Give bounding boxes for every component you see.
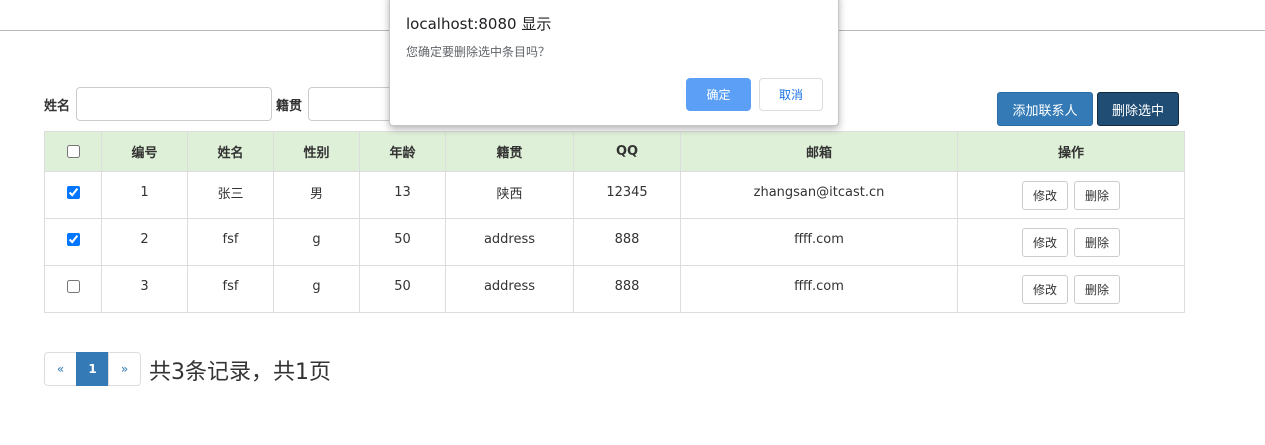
pagination: « 1 »: [44, 352, 141, 386]
cell-email: ffff.com: [680, 215, 958, 263]
cell-gender: 男: [273, 168, 360, 216]
table-row: 3 fsf g 50 address 888 ffff.com 修改 删除: [44, 262, 1185, 313]
column-header-email: 邮箱: [680, 131, 958, 172]
dialog-ok-button[interactable]: 确定: [686, 78, 751, 111]
column-header-actions: 操作: [957, 131, 1185, 172]
column-header-gender: 性别: [273, 131, 360, 172]
table-header-row: 编号 姓名 性别 年龄 籍贯 QQ 邮箱 操作: [44, 131, 1185, 172]
column-header-qq: QQ: [573, 131, 681, 172]
contacts-table: 编号 姓名 性别 年龄 籍贯 QQ 邮箱 操作 1 张三 男 13 陕西 123…: [44, 131, 1185, 313]
cell-gender: g: [273, 262, 360, 310]
cell-qq: 888: [573, 215, 681, 263]
cell-origin: address: [445, 215, 574, 263]
dialog-title: localhost:8080 显示: [406, 15, 552, 33]
add-contact-button[interactable]: 添加联系人: [997, 92, 1093, 126]
cell-actions: 修改 删除: [957, 168, 1185, 216]
cell-qq: 888: [573, 262, 681, 310]
cell-email: zhangsan@itcast.cn: [680, 168, 958, 216]
delete-button[interactable]: 删除: [1074, 274, 1120, 304]
table-row: 1 张三 男 13 陕西 12345 zhangsan@itcast.cn 修改…: [44, 168, 1185, 219]
cell-age: 50: [359, 215, 446, 263]
edit-button[interactable]: 修改: [1022, 274, 1068, 304]
pagination-prev-button[interactable]: «: [44, 352, 77, 386]
column-header-age: 年龄: [359, 131, 446, 172]
cell-name: fsf: [187, 215, 274, 263]
row-checkbox[interactable]: [66, 279, 80, 293]
cell-name: fsf: [187, 262, 274, 310]
cell-age: 50: [359, 262, 446, 310]
confirm-dialog: localhost:8080 显示 您确定要删除选中条目吗？ 确定 取消: [389, 0, 839, 126]
name-search-label: 姓名: [44, 99, 71, 114]
cell-actions: 修改 删除: [957, 262, 1185, 310]
origin-search-label: 籍贯: [276, 99, 303, 114]
pagination-page-1[interactable]: 1: [76, 352, 109, 386]
cell-gender: g: [273, 215, 360, 263]
table-row: 2 fsf g 50 address 888 ffff.com 修改 删除: [44, 215, 1185, 266]
column-header-origin: 籍贯: [445, 131, 574, 172]
delete-button[interactable]: 删除: [1074, 180, 1120, 210]
dialog-message: 您确定要删除选中条目吗？: [406, 45, 551, 59]
row-checkbox[interactable]: [66, 185, 80, 199]
delete-button[interactable]: 删除: [1074, 227, 1120, 257]
cell-id: 3: [101, 262, 188, 310]
delete-selected-button[interactable]: 删除选中: [1097, 92, 1179, 126]
cell-name: 张三: [187, 168, 274, 216]
select-all-checkbox[interactable]: [66, 145, 80, 158]
edit-button[interactable]: 修改: [1022, 180, 1068, 210]
dialog-cancel-button[interactable]: 取消: [759, 78, 823, 111]
row-checkbox[interactable]: [66, 232, 80, 246]
cell-actions: 修改 删除: [957, 215, 1185, 263]
column-header-name: 姓名: [187, 131, 274, 172]
pagination-summary: 共3条记录，共1页: [149, 360, 331, 385]
cell-id: 2: [101, 215, 188, 263]
edit-button[interactable]: 修改: [1022, 227, 1068, 257]
cell-origin: 陕西: [445, 168, 574, 216]
name-search-input[interactable]: [76, 87, 272, 121]
select-all-cell: [44, 131, 102, 172]
cell-id: 1: [101, 168, 188, 216]
cell-age: 13: [359, 168, 446, 216]
column-header-id: 编号: [101, 131, 188, 172]
pagination-next-button[interactable]: »: [108, 352, 141, 386]
cell-email: ffff.com: [680, 262, 958, 310]
cell-qq: 12345: [573, 168, 681, 216]
cell-origin: address: [445, 262, 574, 310]
